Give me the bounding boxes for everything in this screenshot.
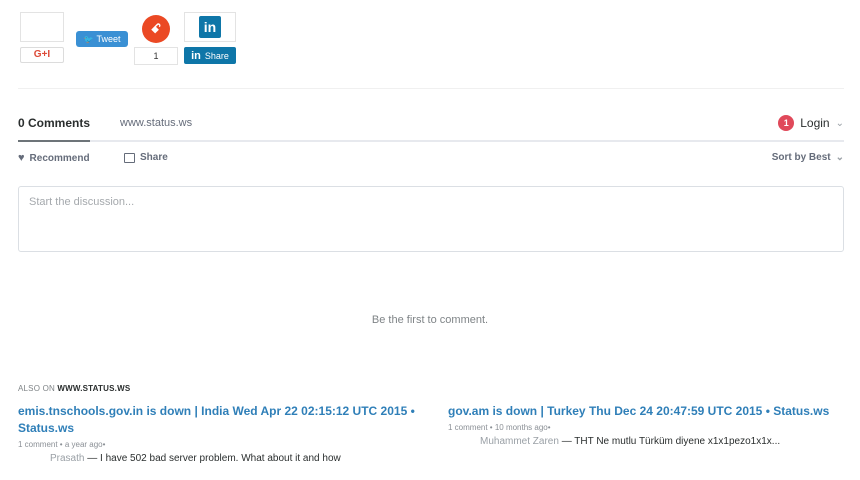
snippet-text: — I have 502 bad server problem. What ab… <box>87 453 341 464</box>
also-on-site[interactable]: WWW.STATUS.WS <box>57 384 130 393</box>
stumbleupon-count: 1 <box>134 47 178 65</box>
chevron-down-icon: ⌄ <box>835 152 844 163</box>
sort-label: Sort by Best <box>771 152 831 163</box>
share-label: Share <box>140 152 168 163</box>
snippet-author: Muhammet Zaren <box>480 436 559 447</box>
login-label: Login <box>800 116 830 130</box>
linkedin-count-box: in <box>184 12 236 42</box>
google-plus-count-box <box>20 12 64 42</box>
tab-comments[interactable]: 0 Comments <box>18 116 91 142</box>
recommended-snippet[interactable]: Muhammet Zaren — THT Ne mutlu Türküm diy… <box>448 436 848 447</box>
google-plus-button[interactable]: G+I <box>20 47 64 63</box>
linkedin-widget[interactable]: in in Share <box>184 12 236 66</box>
linkedin-small-icon: in <box>191 49 201 62</box>
stumbleupon-widget[interactable]: ꗃ 1 <box>134 12 178 66</box>
also-on-header: ALSO ON WWW.STATUS.WS <box>18 384 130 393</box>
notification-badge: 1 <box>778 115 795 131</box>
share-button[interactable]: Share <box>124 152 168 163</box>
linkedin-icon: in <box>199 16 221 38</box>
tab-site[interactable]: www.status.ws <box>120 117 192 129</box>
recommended-title-link[interactable]: gov.am is down | Turkey Thu Dec 24 20:47… <box>448 403 848 420</box>
google-plus-widget[interactable]: G+I <box>20 12 64 66</box>
tweet-label: Tweet <box>96 34 121 44</box>
recommended-snippet[interactable]: Prasath — I have 502 bad server problem.… <box>18 453 418 464</box>
recommended-item: emis.tnschools.gov.in is down | India We… <box>18 403 418 464</box>
recommend-button[interactable]: ♥ Recommend <box>18 152 90 164</box>
linkedin-share-button[interactable]: in Share <box>184 47 236 64</box>
tweet-button[interactable]: 🐦 Tweet <box>76 31 128 47</box>
stumbleupon-icon[interactable]: ꗃ <box>142 15 170 43</box>
twitter-bird-icon: 🐦 <box>83 34 94 44</box>
discussion-input[interactable]: Start the discussion... <box>18 186 844 252</box>
login-menu[interactable]: 1 Login ⌄ <box>778 115 844 131</box>
linkedin-share-label: Share <box>204 50 229 61</box>
empty-comments-message: Be the first to comment. <box>371 314 489 326</box>
chevron-down-icon: ⌄ <box>835 117 844 129</box>
comment-actions: ♥ Recommend Share Sort by Best ⌄ <box>18 152 844 170</box>
snippet-text: — THT Ne mutlu Türküm diyene x1x1pezo1x1… <box>561 436 781 447</box>
recommended-item: gov.am is down | Turkey Thu Dec 24 20:47… <box>448 403 848 447</box>
also-on-prefix: ALSO ON <box>18 384 55 393</box>
recommended-meta: 1 comment • 10 months ago• <box>448 423 551 432</box>
share-icon <box>124 152 135 163</box>
recommended-title-link[interactable]: emis.tnschools.gov.in is down | India We… <box>18 403 418 437</box>
comments-nav: 0 Comments www.status.ws 1 Login ⌄ <box>18 110 844 142</box>
share-bar: G+I 🐦 Tweet ꗃ 1 in in Share <box>20 12 260 68</box>
recommend-label: Recommend <box>29 152 90 164</box>
divider <box>18 88 844 89</box>
snippet-author: Prasath <box>50 453 85 464</box>
recommended-meta: 1 comment • a year ago• <box>18 440 106 449</box>
sort-dropdown[interactable]: Sort by Best ⌄ <box>772 152 844 163</box>
heart-icon: ♥ <box>18 152 25 164</box>
